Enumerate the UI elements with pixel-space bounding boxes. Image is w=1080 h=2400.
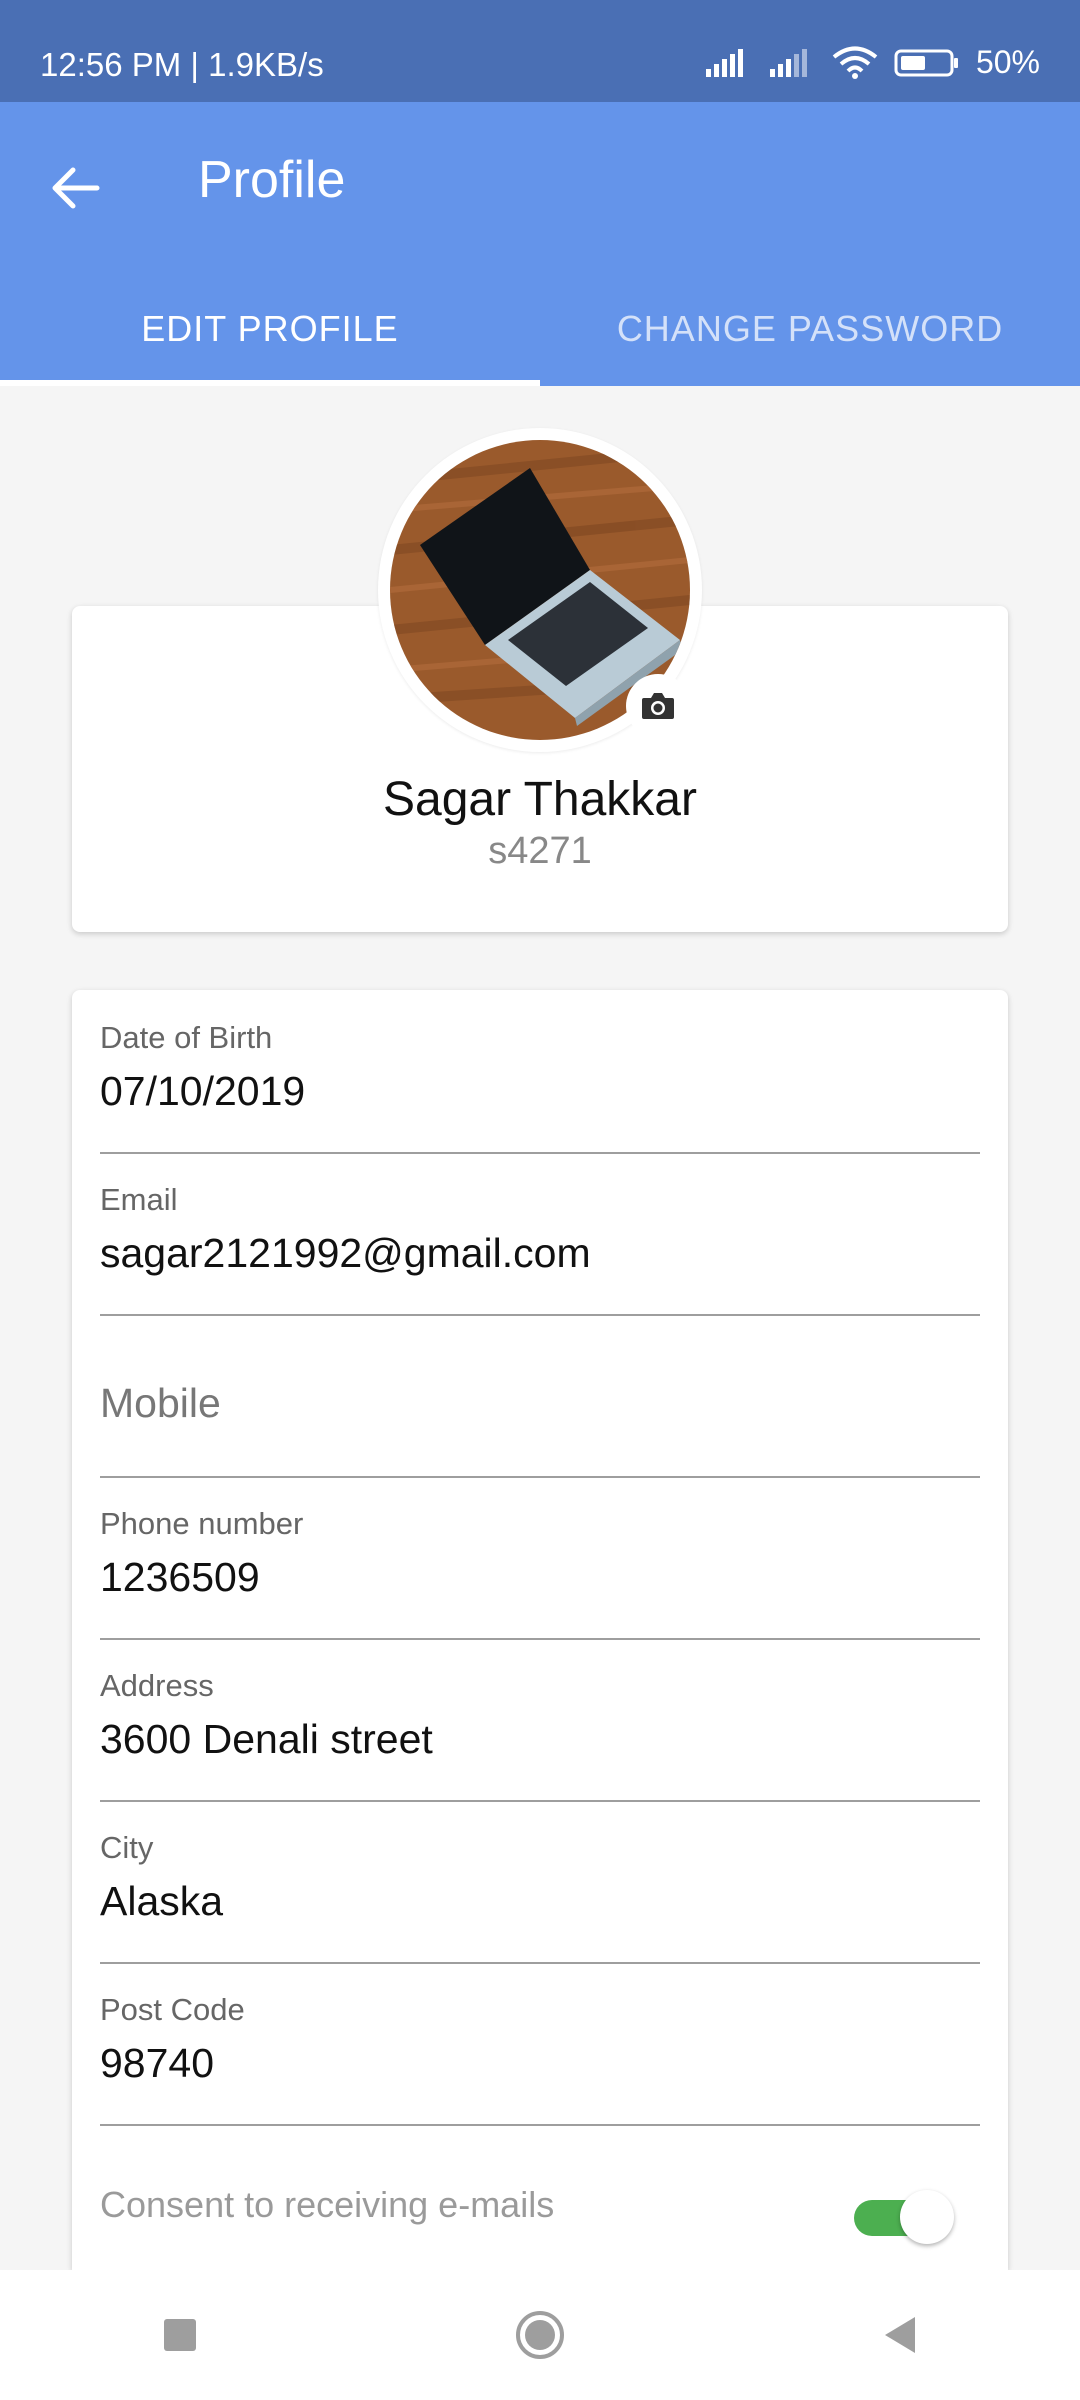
- field-value: 07/10/2019: [100, 1068, 306, 1114]
- change-photo-button[interactable]: [626, 674, 690, 738]
- field-label: Address: [100, 1668, 214, 1703]
- consent-toggle[interactable]: [854, 2184, 954, 2244]
- field-value: 1236509: [100, 1554, 260, 1600]
- battery-percent: 50%: [975, 44, 1040, 80]
- field-label: Date of Birth: [100, 1020, 273, 1055]
- status-icons: 50%: [704, 44, 1040, 81]
- back-icon: [885, 2317, 915, 2353]
- toggle-thumb: [900, 2190, 954, 2244]
- date-of-birth-field[interactable]: Date of Birth 07/10/2019: [100, 990, 980, 1154]
- field-value: 3600 Denali street: [100, 1716, 433, 1762]
- recents-icon: [164, 2319, 196, 2351]
- back-nav-button[interactable]: [855, 2290, 945, 2380]
- signal-icon: [769, 48, 807, 77]
- field-value: sagar2121992@gmail.com: [100, 1230, 591, 1276]
- field-label: City: [100, 1830, 154, 1865]
- consent-label: Consent to receiving e-mails: [100, 2184, 555, 2225]
- recents-button[interactable]: [135, 2290, 225, 2380]
- home-icon: [516, 2311, 564, 2359]
- profile-username: s4271: [488, 830, 592, 872]
- phone-number-field[interactable]: Phone number 1236509: [100, 1476, 980, 1640]
- home-button[interactable]: [495, 2290, 585, 2380]
- page-title: Profile: [198, 151, 346, 209]
- app-bar: Profile EDIT PROFILE CHANGE PASSWORD: [0, 102, 1080, 386]
- camera-icon: [642, 693, 674, 719]
- system-nav-bar: [0, 2270, 1080, 2400]
- city-field[interactable]: City Alaska: [100, 1800, 980, 1964]
- signal-icon: [705, 48, 743, 77]
- status-time: 12:56 PM | 1.9KB/s: [40, 46, 324, 83]
- battery-icon: [894, 49, 958, 76]
- back-button[interactable]: [40, 152, 112, 224]
- tab-bar: EDIT PROFILE CHANGE PASSWORD: [0, 272, 1080, 386]
- field-label: Post Code: [100, 1992, 245, 2027]
- avatar-container: [378, 428, 702, 752]
- email-field[interactable]: Email sagar2121992@gmail.com: [100, 1152, 980, 1316]
- tab-change-password[interactable]: CHANGE PASSWORD: [540, 272, 1080, 386]
- field-value: 98740: [100, 2040, 215, 2086]
- profile-name: Sagar Thakkar: [383, 773, 697, 826]
- tab-edit-profile[interactable]: EDIT PROFILE: [0, 272, 540, 386]
- field-label: Phone number: [100, 1506, 304, 1541]
- status-bar: 12:56 PM | 1.9KB/s 50%: [0, 0, 1080, 102]
- field-placeholder: Mobile: [100, 1380, 221, 1426]
- mobile-field[interactable]: Mobile: [100, 1314, 980, 1478]
- field-label: Email: [100, 1182, 178, 1217]
- wifi-icon: [832, 46, 878, 79]
- field-value: Alaska: [100, 1878, 224, 1924]
- address-field[interactable]: Address 3600 Denali street: [100, 1638, 980, 1802]
- profile-form-card: Date of Birth 07/10/2019 Email sagar2121…: [72, 990, 1008, 2270]
- back-arrow-icon: [52, 167, 100, 209]
- post-code-field[interactable]: Post Code 98740: [100, 1962, 980, 2126]
